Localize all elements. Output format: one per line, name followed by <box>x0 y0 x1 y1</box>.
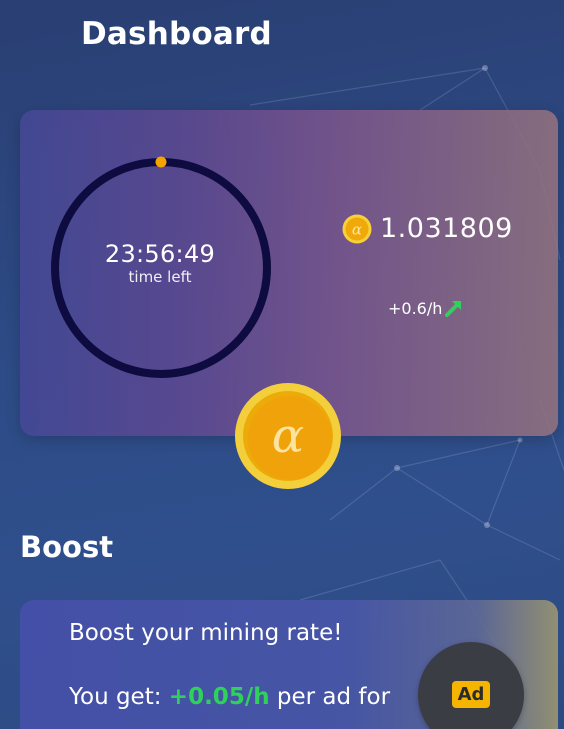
boost-section-title: Boost <box>20 530 114 564</box>
boost-rate-value: +0.05/h <box>168 684 270 710</box>
trend-up-arrow-icon <box>445 301 462 317</box>
mining-rate-value: +0.6/h <box>388 298 443 318</box>
boost-card: Boost your mining rate! You get: +0.05/h… <box>20 600 558 729</box>
balance-row: α 1.031809 <box>342 213 513 244</box>
svg-text:α: α <box>352 220 362 238</box>
mining-rate-row: +0.6/h <box>388 298 464 318</box>
countdown-progress-marker <box>155 156 167 168</box>
alpha-coin-icon: α <box>342 214 372 243</box>
countdown-caption: time left <box>128 268 192 286</box>
mining-coin-button[interactable]: α <box>234 382 342 490</box>
watch-ad-button[interactable]: Ad <box>418 642 524 729</box>
svg-text:α: α <box>272 408 304 464</box>
countdown-timer: 23:56:49 <box>104 240 216 268</box>
boost-desc-prefix: You get: <box>69 684 169 710</box>
boost-headline: Boost your mining rate! <box>69 620 343 646</box>
page-title: Dashboard <box>81 16 272 52</box>
ad-badge: Ad <box>452 681 490 708</box>
boost-description: You get: +0.05/h per ad for <box>69 684 390 710</box>
boost-desc-suffix: per ad for <box>269 684 391 710</box>
balance-value: 1.031809 <box>380 213 513 244</box>
